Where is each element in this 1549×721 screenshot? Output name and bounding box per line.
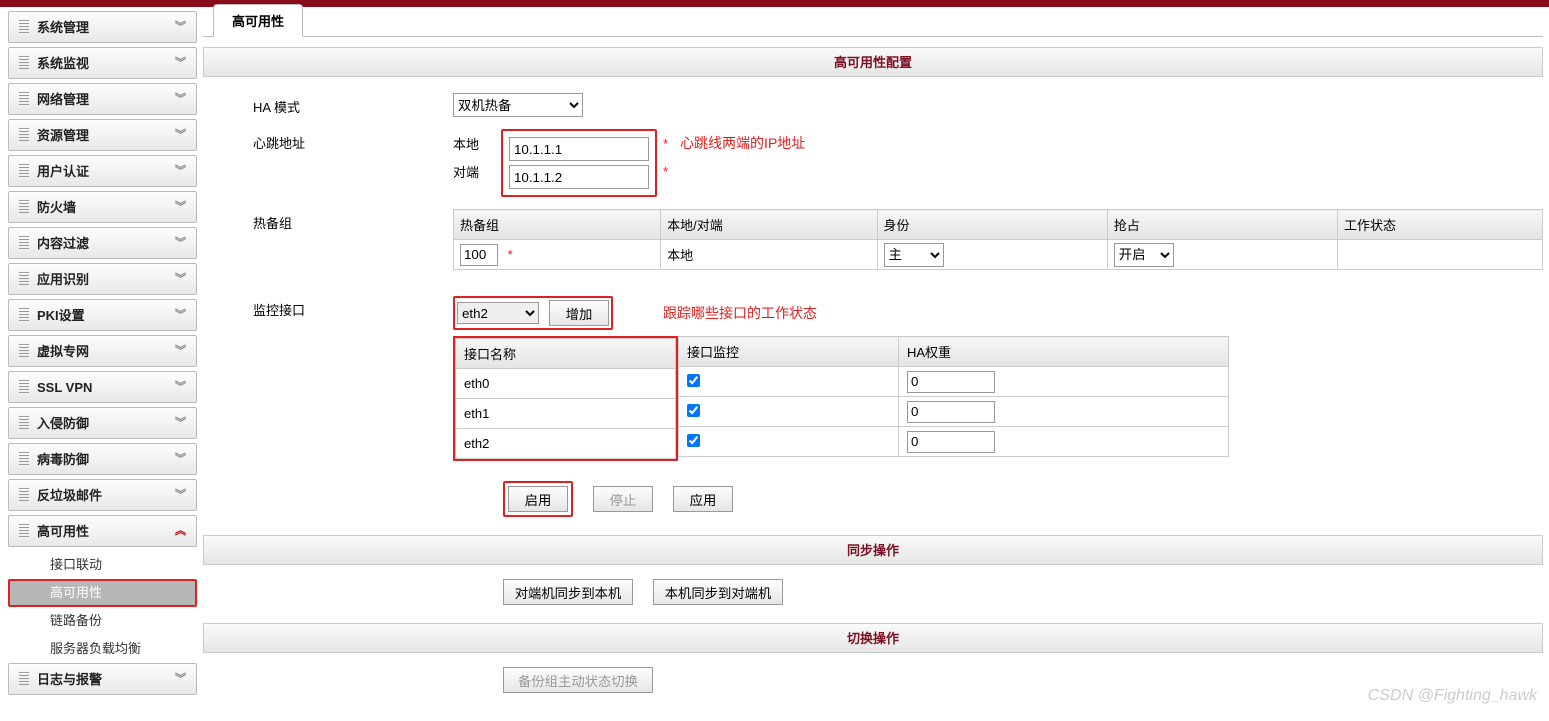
- sidebar-item-user-auth[interactable]: 用户认证︾: [8, 155, 197, 187]
- label-peer: 对端: [453, 162, 501, 181]
- sidebar-item-app-identify[interactable]: 应用识别︾: [8, 263, 197, 295]
- chevron-down-icon: ︾: [175, 94, 186, 104]
- input-peer-ip[interactable]: [509, 165, 649, 189]
- table-row: eth1: [456, 399, 676, 429]
- heartbeat-annotation: 心跳线两端的IP地址: [680, 133, 805, 153]
- chevron-up-icon: ︽: [175, 526, 186, 536]
- sidebar-item-vpn[interactable]: 虚拟专网︾: [8, 335, 197, 367]
- sidebar-item-log-alarm[interactable]: 日志与报警︾: [8, 663, 197, 695]
- stop-button[interactable]: 停止: [593, 486, 653, 512]
- sidebar-item-system-manage[interactable]: 系统管理︾: [8, 11, 197, 43]
- checkbox-if-monitor[interactable]: [687, 434, 700, 447]
- sync-to-peer-button[interactable]: 本机同步到对端机: [653, 579, 783, 605]
- main-content: 高可用性 高可用性配置 HA 模式 双机热备 心跳地址 本地: [197, 7, 1549, 721]
- add-button[interactable]: 增加: [549, 300, 609, 326]
- select-preempt[interactable]: 开启: [1114, 243, 1174, 267]
- sync-from-peer-button[interactable]: 对端机同步到本机: [503, 579, 633, 605]
- sidebar-sub-load-balance[interactable]: 服务器负载均衡: [8, 635, 197, 663]
- heartbeat-ip-highlight: [501, 129, 657, 197]
- tab-ha[interactable]: 高可用性: [213, 4, 303, 37]
- sidebar-item-ips[interactable]: 入侵防御︾: [8, 407, 197, 439]
- chevron-down-icon: ︾: [175, 346, 186, 356]
- col-preempt: 抢占: [1107, 210, 1337, 240]
- sidebar-item-resource-manage[interactable]: 资源管理︾: [8, 119, 197, 151]
- group-table: 热备组 本地/对端 身份 抢占 工作状态 * 本地 主 开启: [453, 209, 1543, 270]
- section-title-config: 高可用性配置: [203, 47, 1543, 77]
- chevron-down-icon: ︾: [175, 274, 186, 284]
- cell-side: 本地: [661, 240, 877, 270]
- table-row: [679, 397, 1229, 427]
- col-role: 身份: [877, 210, 1107, 240]
- sidebar-item-firewall[interactable]: 防火墙︾: [8, 191, 197, 223]
- col-group: 热备组: [454, 210, 661, 240]
- table-row: [679, 367, 1229, 397]
- table-row: eth0: [456, 369, 676, 399]
- table-row: [679, 427, 1229, 457]
- col-if-name: 接口名称: [456, 339, 676, 369]
- label-group: 热备组: [203, 209, 363, 232]
- select-ha-mode[interactable]: 双机热备: [453, 93, 583, 117]
- apply-button[interactable]: 应用: [673, 486, 733, 512]
- sidebar-sub-interface-link[interactable]: 接口联动: [8, 551, 197, 579]
- sidebar-sub-ha[interactable]: 高可用性: [8, 579, 197, 607]
- chevron-down-icon: ︾: [175, 166, 186, 176]
- watermark: CSDN @Fighting_hawk: [1368, 687, 1537, 705]
- chevron-down-icon: ︾: [175, 382, 186, 392]
- input-ha-weight[interactable]: [907, 431, 995, 453]
- sidebar-item-antispam[interactable]: 反垃圾邮件︾: [8, 479, 197, 511]
- label-heartbeat: 心跳地址: [203, 129, 363, 152]
- enable-button[interactable]: 启用: [508, 486, 568, 512]
- chevron-down-icon: ︾: [175, 454, 186, 464]
- label-local: 本地: [453, 134, 501, 153]
- col-if-monitor: 接口监控: [679, 337, 899, 367]
- chevron-down-icon: ︾: [175, 490, 186, 500]
- monitor-table-right: 接口监控 HA权重: [678, 336, 1229, 457]
- sidebar-item-content-filter[interactable]: 内容过滤︾: [8, 227, 197, 259]
- checkbox-if-monitor[interactable]: [687, 374, 700, 387]
- input-group-id[interactable]: [460, 244, 498, 266]
- switch-button[interactable]: 备份组主动状态切换: [503, 667, 653, 693]
- input-ha-weight[interactable]: [907, 371, 995, 393]
- required-icon: *: [508, 247, 513, 262]
- label-ha-mode: HA 模式: [203, 93, 363, 116]
- chevron-down-icon: ︾: [175, 58, 186, 68]
- sidebar-item-network-manage[interactable]: 网络管理︾: [8, 83, 197, 115]
- tab-bar: 高可用性: [203, 7, 1543, 37]
- chevron-down-icon: ︾: [175, 22, 186, 32]
- monitor-table: 接口名称 eth0 eth1 eth2: [455, 338, 676, 459]
- col-status: 工作状态: [1337, 210, 1542, 240]
- chevron-down-icon: ︾: [175, 674, 186, 684]
- required-icon: *: [663, 164, 668, 179]
- sidebar-item-ha[interactable]: 高可用性︽: [8, 515, 197, 547]
- sidebar-item-antivirus[interactable]: 病毒防御︾: [8, 443, 197, 475]
- select-monitor-interface[interactable]: eth2: [457, 302, 539, 324]
- chevron-down-icon: ︾: [175, 202, 186, 212]
- chevron-down-icon: ︾: [175, 238, 186, 248]
- label-monitor: 监控接口: [203, 296, 363, 319]
- input-ha-weight[interactable]: [907, 401, 995, 423]
- chevron-down-icon: ︾: [175, 418, 186, 428]
- chevron-down-icon: ︾: [175, 310, 186, 320]
- table-row: * 本地 主 开启: [454, 240, 1543, 270]
- table-row: eth2: [456, 429, 676, 459]
- monitor-annotation: 跟踪哪些接口的工作状态: [663, 303, 817, 323]
- sidebar-item-pki[interactable]: PKI设置︾: [8, 299, 197, 331]
- cell-status: [1337, 240, 1542, 270]
- sidebar-item-ssl-vpn[interactable]: SSL VPN︾: [8, 371, 197, 403]
- required-icon: *: [663, 136, 668, 151]
- section-title-switch: 切换操作: [203, 623, 1543, 653]
- col-side: 本地/对端: [661, 210, 877, 240]
- select-role[interactable]: 主: [884, 243, 944, 267]
- checkbox-if-monitor[interactable]: [687, 404, 700, 417]
- chevron-down-icon: ︾: [175, 130, 186, 140]
- sidebar-sub-link-backup[interactable]: 链路备份: [8, 607, 197, 635]
- sidebar: 系统管理︾ 系统监视︾ 网络管理︾ 资源管理︾ 用户认证︾ 防火墙︾ 内容过滤︾…: [0, 7, 197, 721]
- col-ha-weight: HA权重: [899, 337, 1229, 367]
- section-title-sync: 同步操作: [203, 535, 1543, 565]
- input-local-ip[interactable]: [509, 137, 649, 161]
- sidebar-item-system-monitor[interactable]: 系统监视︾: [8, 47, 197, 79]
